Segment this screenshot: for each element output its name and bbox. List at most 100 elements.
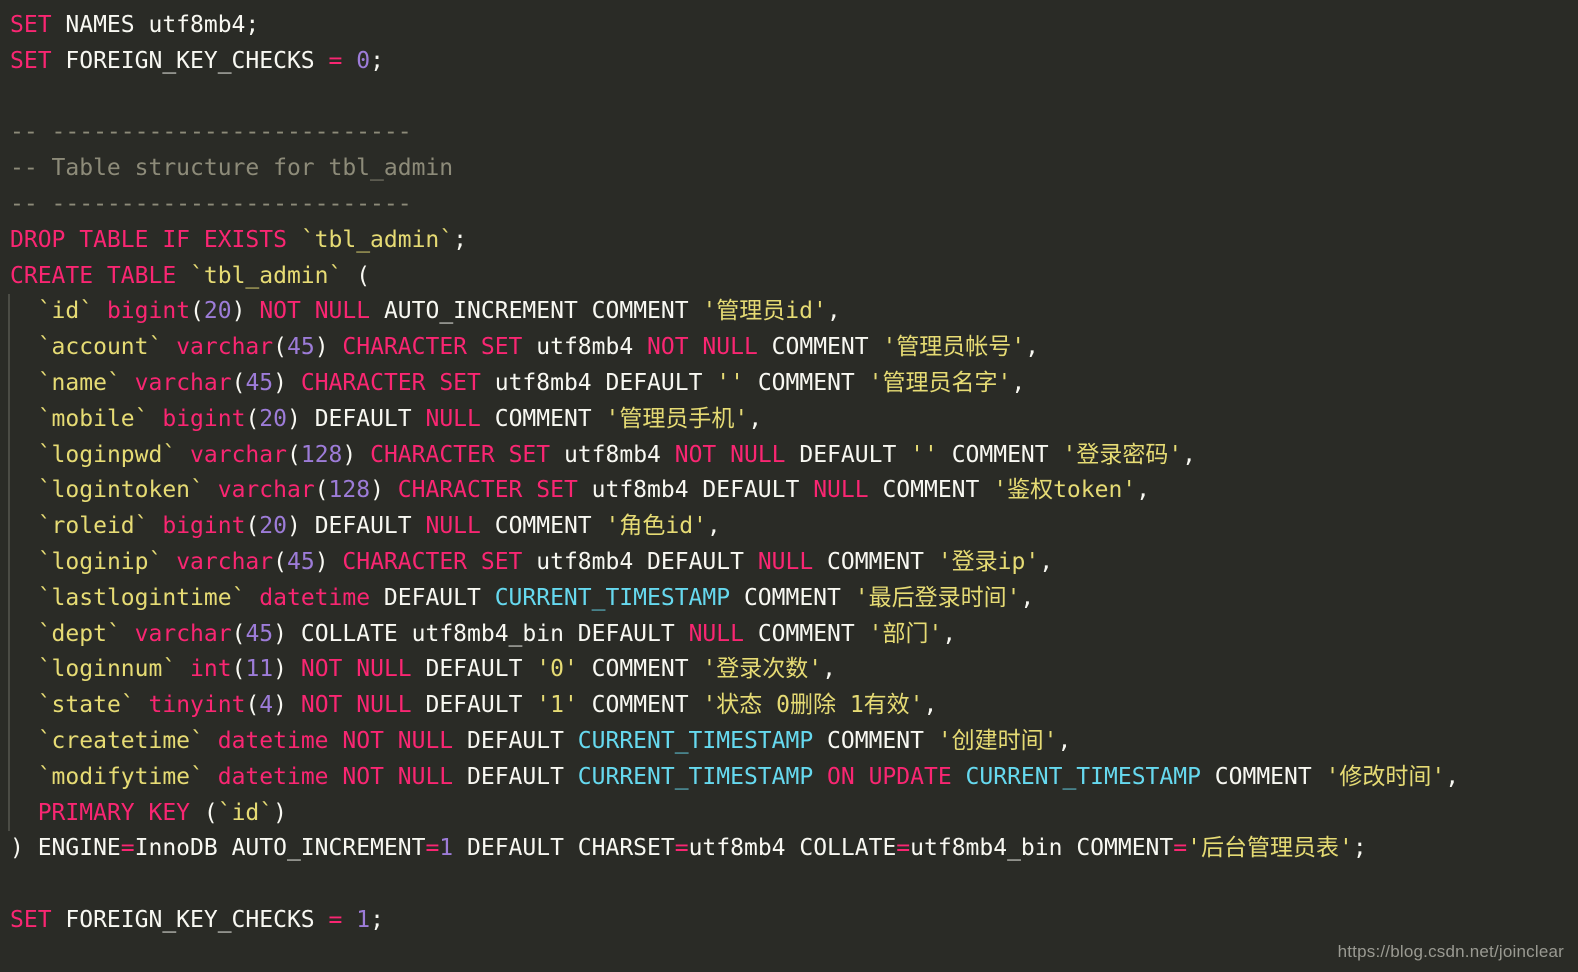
code-token-str: `loginnum`	[37, 656, 177, 683]
code-token-plain: )	[314, 334, 343, 361]
code-token-kw: varchar	[176, 548, 274, 575]
code-token-plain: DEFAULT	[370, 584, 495, 611]
code-token-plain: utf8mb4	[522, 334, 648, 361]
code-line[interactable]: `roleid` bigint(20) DEFAULT NULL COMMENT…	[0, 509, 1578, 545]
code-line[interactable]: DROP TABLE IF EXISTS `tbl_admin`;	[0, 223, 1578, 259]
code-token-plain: )	[342, 441, 371, 468]
code-token-kw: varchar	[134, 369, 232, 396]
code-token-kw: DROP TABLE IF EXISTS	[10, 226, 287, 253]
code-token-plain: ;	[370, 906, 384, 933]
code-token-kw: varchar	[176, 334, 274, 361]
code-line[interactable]: `modifytime` datetime NOT NULL DEFAULT C…	[0, 759, 1578, 796]
code-token-plain: DEFAULT	[453, 763, 578, 790]
code-token-str: '管理员手机'	[605, 405, 749, 432]
code-token-str: ''	[910, 441, 938, 468]
code-line[interactable]: CREATE TABLE `tbl_admin` (	[0, 259, 1578, 295]
code-line[interactable]: `name` varchar(45) CHARACTER SET utf8mb4…	[0, 365, 1578, 402]
code-block[interactable]: SET NAMES utf8mb4; SET FOREIGN_KEY_CHECKS…	[0, 0, 1578, 939]
code-token-kw: CHARACTER SET	[342, 334, 523, 361]
code-line[interactable]: `loginnum` int(11) NOT NULL DEFAULT '0' …	[0, 652, 1578, 688]
code-token-str: `name`	[37, 369, 121, 396]
code-token-str: `dept`	[37, 620, 121, 647]
code-token-plain: )	[273, 799, 287, 826]
code-token-plain: utf8mb4 DEFAULT	[522, 548, 758, 575]
code-token-plain: )	[231, 298, 260, 325]
code-line[interactable]: -- Table structure for tbl_admin	[0, 151, 1578, 187]
code-token-cmt: -- --------------------------	[10, 190, 412, 217]
code-line[interactable]: `account` varchar(45) CHARACTER SET utf8…	[0, 330, 1578, 366]
code-token-plain: (	[245, 692, 260, 719]
code-token-num: 20	[203, 298, 232, 325]
code-token-plain: ,	[826, 298, 841, 325]
code-token-plain: ;	[1352, 835, 1367, 862]
code-line[interactable]: `loginpwd` varchar(128) CHARACTER SET ut…	[0, 437, 1578, 474]
code-token-plain: DEFAULT	[411, 656, 537, 683]
code-token-num: 1	[439, 835, 454, 862]
code-line[interactable]: `loginip` varchar(45) CHARACTER SET utf8…	[0, 544, 1578, 581]
code-line[interactable]: SET FOREIGN_KEY_CHECKS = 1;	[0, 903, 1578, 939]
code-token-str: ''	[716, 369, 744, 396]
code-line[interactable]	[0, 867, 1578, 903]
code-line[interactable]	[0, 80, 1578, 116]
code-line[interactable]: `lastlogintime` datetime DEFAULT CURRENT…	[0, 580, 1578, 617]
code-token-plain: COMMENT	[813, 727, 938, 754]
code-token-plain: (	[273, 548, 287, 575]
code-token-kw: bigint	[106, 298, 191, 325]
code-token-kw: NULL	[688, 620, 744, 647]
code-token-plain: ) DEFAULT	[287, 405, 426, 432]
code-token-plain: COMMENT	[868, 477, 994, 504]
code-line[interactable]: SET NAMES utf8mb4;	[0, 8, 1578, 44]
code-token-num: 45	[286, 334, 315, 361]
code-token-plain: ,	[1011, 369, 1026, 396]
code-token-cmt: -- --------------------------	[10, 119, 412, 146]
code-token-plain: (	[190, 298, 204, 325]
code-token-kw: NULL	[813, 477, 869, 504]
code-token-str: `loginpwd`	[37, 441, 177, 468]
code-token-fn: CURRENT_TIMESTAMP	[494, 584, 731, 611]
code-line[interactable]: `mobile` bigint(20) DEFAULT NULL COMMENT…	[0, 401, 1578, 438]
code-line[interactable]: `state` tinyint(4) NOT NULL DEFAULT '1' …	[0, 688, 1578, 724]
code-token-plain: (	[231, 369, 246, 396]
code-line[interactable]: ) ENGINE=InnoDB AUTO_INCREMENT=1 DEFAULT…	[0, 831, 1578, 867]
code-token-num: 45	[245, 369, 274, 396]
code-token-kw: CHARACTER SET	[300, 369, 481, 396]
code-token-plain: )	[314, 548, 343, 575]
code-line[interactable]: PRIMARY KEY (`id`)	[0, 795, 1578, 832]
code-token-plain: COMMENT	[743, 620, 869, 647]
code-token-str: `id`	[37, 298, 94, 325]
code-token-str: '修改时间'	[1325, 763, 1446, 790]
code-token-plain: COMMENT	[480, 513, 606, 540]
code-token-str: '状态 0删除 1有效'	[702, 692, 924, 719]
code-line[interactable]: `createtime` datetime NOT NULL DEFAULT C…	[0, 723, 1578, 760]
code-token-op: =	[1173, 835, 1188, 862]
code-token-kw: NOT NULL	[342, 763, 454, 790]
code-line[interactable]: -- --------------------------	[0, 187, 1578, 223]
code-token-plain: )	[273, 692, 301, 719]
code-token-str: `mobile`	[37, 405, 149, 432]
code-token-num: 4	[259, 692, 274, 719]
code-token-plain: ) COLLATE utf8mb4_bin DEFAULT	[273, 620, 689, 647]
code-line[interactable]: `logintoken` varchar(128) CHARACTER SET …	[0, 473, 1578, 509]
code-line[interactable]: `id` bigint(20) NOT NULL AUTO_INCREMENT …	[0, 294, 1578, 330]
code-token-kw: NULL	[425, 513, 481, 540]
code-token-num: 11	[245, 656, 274, 683]
code-token-num: 128	[300, 441, 343, 468]
code-line[interactable]: `dept` varchar(45) COLLATE utf8mb4_bin D…	[0, 616, 1578, 653]
code-line[interactable]: -- --------------------------	[0, 115, 1578, 151]
code-line[interactable]: SET FOREIGN_KEY_CHECKS = 0;	[0, 44, 1578, 80]
code-token-plain: utf8mb4	[550, 441, 675, 468]
code-token-plain: ) ENGINE	[10, 835, 121, 862]
